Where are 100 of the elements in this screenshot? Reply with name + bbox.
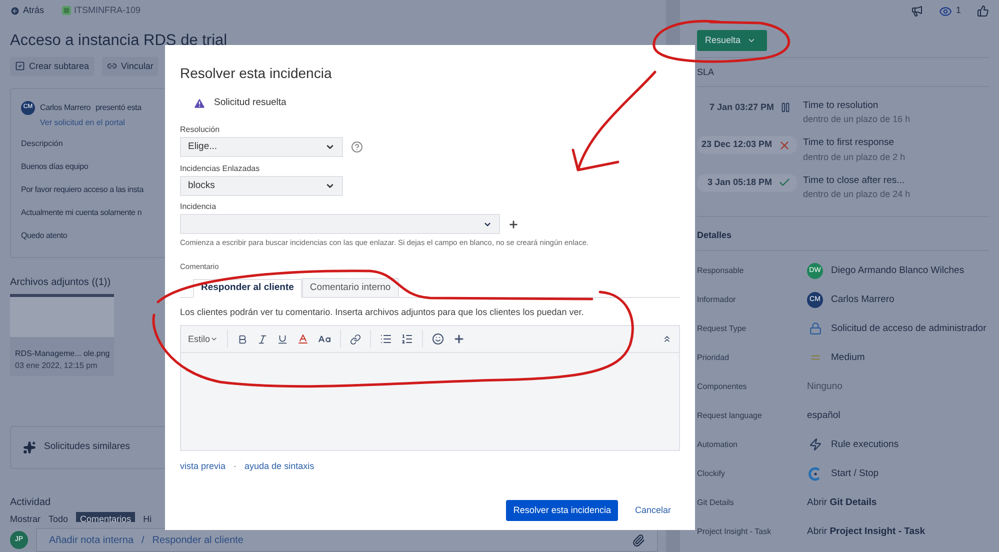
- filter-tab[interactable]: Comentarios: [76, 512, 136, 522]
- numbered-list-icon[interactable]: [401, 333, 414, 346]
- pause-icon: [780, 102, 791, 113]
- add-icon[interactable]: [508, 218, 519, 230]
- link-icon[interactable]: [350, 334, 362, 345]
- resolution-select[interactable]: Elige...: [180, 137, 343, 158]
- bold-icon[interactable]: [237, 334, 248, 345]
- sla-goal: dentro de un plazo de 24 h: [803, 188, 910, 202]
- visibility-notice: Los clientes podrán ver tu comentario. Inserta archivos adjuntos para que los clientes los puedan ver.: [180, 306, 584, 319]
- subtask-icon: [15, 61, 25, 72]
- sla-name: Time to close after res...: [803, 174, 906, 188]
- description-paragraph: Buenos días equipo: [21, 160, 88, 173]
- resolve-button[interactable]: Resolver esta incidencia: [506, 500, 618, 521]
- separator: ·: [234, 460, 237, 474]
- reply-link[interactable]: Responder al cliente: [152, 532, 244, 548]
- clock-logo-icon: [808, 466, 822, 481]
- lightning-icon: [808, 438, 822, 452]
- preview-link[interactable]: vista previa: [180, 460, 226, 474]
- dialog-title: Resolver esta incidencia: [180, 64, 332, 83]
- portal-link[interactable]: Ver solicitud en el portal: [40, 116, 125, 129]
- detail-label: Git Details: [697, 496, 735, 509]
- filter-tab[interactable]: Hi: [139, 512, 156, 522]
- detail-value: Abrir Project Insight - Task: [807, 524, 926, 539]
- italic-icon[interactable]: [257, 334, 268, 345]
- watcher-count: 1: [956, 4, 961, 18]
- chevron-down-icon: [746, 36, 756, 45]
- detail-value: Diego Armando Blanco Wilches: [831, 264, 964, 278]
- detail-value: Rule executions: [831, 438, 899, 452]
- collapse-icon[interactable]: [662, 334, 672, 344]
- attachment-card[interactable]: RDS-Manageme... ole.png 03 ene 2022, 12:15 pm: [10, 294, 114, 376]
- detail-value: Abrir Git Details: [807, 496, 877, 510]
- detail-value: Carlos Marrero: [831, 292, 894, 307]
- insert-icon[interactable]: [453, 333, 466, 346]
- sla-goal: dentro de un plazo de 2 h: [803, 150, 906, 164]
- description-paragraph: Actualmente mi cuenta solamente n: [21, 206, 142, 219]
- details-title: Detalles: [697, 228, 732, 242]
- detail-label: Clockify: [697, 468, 726, 480]
- sla-name: Time to resolution: [803, 98, 880, 112]
- underline-icon[interactable]: [277, 334, 288, 345]
- detail-value: español: [807, 408, 840, 423]
- detail-label: Request Type: [697, 322, 748, 335]
- detail-label: Request language: [697, 410, 763, 422]
- thumbs-up-icon[interactable]: [977, 5, 989, 17]
- link-icon: [107, 61, 118, 72]
- help-icon[interactable]: [351, 141, 363, 154]
- comment-bar[interactable]: Añadir nota interna / Responder al cliente: [36, 528, 658, 552]
- description-paragraph: Quedo atento: [21, 230, 68, 242]
- comment-editor[interactable]: Estilo: [180, 325, 680, 452]
- action-button[interactable]: Vincular: [102, 56, 158, 76]
- issue-type-icon: [62, 6, 72, 16]
- comment-tab[interactable]: Responder al cliente: [193, 278, 302, 298]
- attachment-icon: [632, 534, 645, 547]
- back-icon: [10, 6, 20, 16]
- sla-timer: 3 Jan 05:18 PM: [697, 174, 797, 192]
- comment-tab[interactable]: Comentario interno: [302, 278, 399, 297]
- detail-value: Solicitud de acceso de administrador: [831, 322, 986, 336]
- status-message: Solicitud resuelta: [214, 96, 286, 110]
- attachment-name: RDS-Manageme... ole.png: [14, 348, 111, 360]
- emoji-icon[interactable]: [432, 333, 444, 346]
- cancel-link[interactable]: Cancelar: [634, 504, 671, 517]
- detail-value: Medium: [831, 350, 865, 365]
- filter-tab[interactable]: Todo: [44, 512, 72, 522]
- issue-key-link[interactable]: ITSMINFRA-109: [74, 4, 141, 18]
- watch-icon[interactable]: [938, 4, 952, 18]
- request-author: Carlos Marrero: [40, 102, 91, 114]
- attachments-title: Archivos adjuntos ((1)): [10, 276, 111, 290]
- link-type-select[interactable]: blocks: [180, 176, 343, 196]
- sla-timer: 7 Jan 03:27 PM: [697, 98, 797, 116]
- issue-title: Acceso a instancia RDS de trial: [10, 30, 228, 51]
- show-label: Mostrar: [10, 513, 41, 522]
- text-color-icon[interactable]: [297, 333, 310, 346]
- activity-title: Actividad: [10, 496, 51, 510]
- field-label: Incidencias Enlazadas: [180, 163, 260, 176]
- syntax-help-link[interactable]: ayuda de sintaxis: [244, 460, 314, 474]
- detail-label: Componentes: [697, 380, 748, 393]
- detail-label: Informador: [697, 294, 737, 306]
- back-link[interactable]: Atrás: [23, 4, 44, 18]
- field-label: Incidencia: [180, 201, 216, 214]
- internal-note-link[interactable]: Añadir nota interna: [49, 532, 134, 548]
- sla-name: Time to first response: [803, 136, 895, 150]
- detail-label: Project Insight - Task: [697, 526, 772, 538]
- request-action: presentó esta: [96, 102, 142, 114]
- warning-icon: [193, 96, 206, 110]
- action-button[interactable]: Crear subtarea: [10, 56, 94, 76]
- detail-label: Responsable: [697, 264, 745, 277]
- detail-label: Prioridad: [697, 352, 730, 364]
- detail-value: Start / Stop: [831, 466, 879, 481]
- status-button[interactable]: Resuelta: [697, 30, 767, 51]
- description-label: Descripción: [21, 138, 63, 150]
- sparkle-icon: [23, 440, 36, 454]
- separator: /: [142, 534, 144, 548]
- megaphone-icon[interactable]: [910, 5, 923, 17]
- sla-title: SLA: [697, 66, 714, 79]
- attachment-date: 03 ene 2022, 12:15 pm: [14, 360, 98, 372]
- style-dropdown[interactable]: Estilo: [188, 332, 218, 346]
- field-label: Resolución: [180, 124, 220, 136]
- description-paragraph: Por favor requiero acceso a las insta: [21, 184, 144, 196]
- sla-timer: 23 Dec 12:03 PM: [697, 136, 797, 154]
- detail-value: Ninguno: [807, 380, 842, 394]
- detail-label: Automation: [697, 438, 738, 451]
